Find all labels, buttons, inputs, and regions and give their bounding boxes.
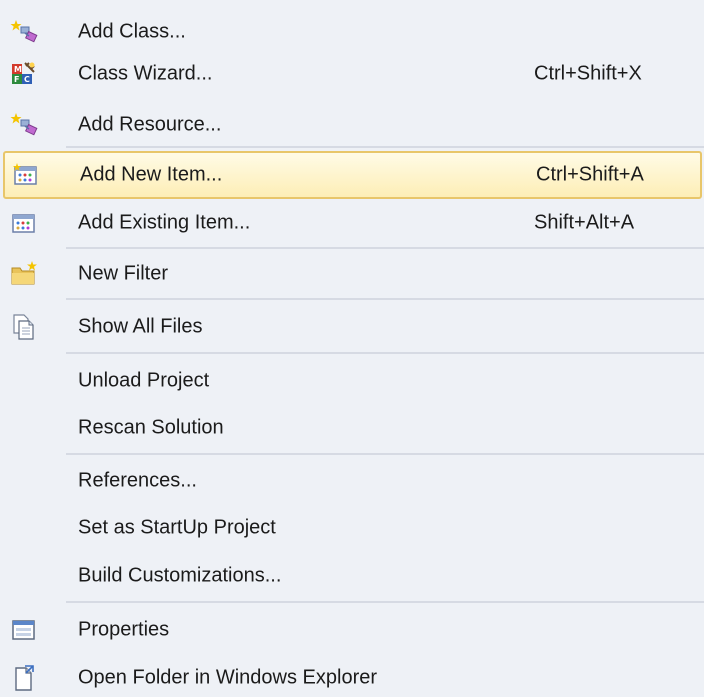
- menu-item-references[interactable]: References...: [0, 457, 704, 505]
- svg-text:C: C: [24, 75, 30, 84]
- menu-item-add-existing-item[interactable]: Add Existing Item... Shift+Alt+A: [0, 199, 704, 247]
- menu-separator: [66, 453, 704, 455]
- menu-item-unload-project[interactable]: Unload Project: [0, 357, 704, 405]
- svg-text:F: F: [14, 75, 19, 84]
- open-folder-icon: [10, 664, 38, 692]
- menu-item-open-folder-in-explorer[interactable]: Open Folder in Windows Explorer: [0, 654, 704, 697]
- menu-item-label: Add Class...: [78, 20, 186, 43]
- menu-item-shortcut: Shift+Alt+A: [534, 211, 635, 234]
- svg-text:M: M: [14, 65, 22, 74]
- menu-item-properties[interactable]: Properties: [0, 606, 704, 654]
- menu-item-build-customizations[interactable]: Build Customizations...: [0, 552, 704, 600]
- menu-separator: [66, 247, 704, 249]
- add-new-item-icon: [12, 161, 40, 189]
- menu-item-add-class[interactable]: Add Class...: [0, 8, 704, 56]
- menu-separator: [66, 298, 704, 300]
- menu-item-label: Show All Files: [78, 315, 203, 338]
- menu-item-label: Properties: [78, 618, 170, 641]
- menu-item-label: New Filter: [78, 262, 169, 285]
- menu-item-label: Open Folder in Windows Explorer: [78, 666, 378, 689]
- show-all-files-icon: [10, 313, 38, 341]
- menu-item-show-all-files[interactable]: Show All Files: [0, 303, 704, 351]
- properties-icon: [10, 616, 38, 644]
- menu-item-rescan-solution[interactable]: Rescan Solution: [0, 404, 704, 452]
- mfc-class-wizard-icon: M F C: [10, 60, 38, 88]
- menu-item-label: Rescan Solution: [78, 416, 224, 439]
- menu-item-label: Set as StartUp Project: [78, 516, 276, 539]
- context-menu: Add Class... M F C Class Wizard... Ctrl+…: [0, 0, 704, 697]
- menu-item-set-startup-project[interactable]: Set as StartUp Project: [0, 504, 704, 552]
- add-class-icon: [10, 18, 38, 46]
- menu-item-add-new-item[interactable]: Add New Item... Ctrl+Shift+A: [3, 151, 702, 199]
- menu-item-label: Build Customizations...: [78, 564, 282, 587]
- menu-item-add-resource[interactable]: Add Resource...: [0, 101, 704, 149]
- add-resource-icon: [10, 111, 38, 139]
- menu-separator: [66, 146, 704, 148]
- add-existing-item-icon: [10, 209, 38, 237]
- menu-item-label: References...: [78, 469, 197, 492]
- menu-separator: [66, 352, 704, 354]
- menu-item-label: Add New Item...: [80, 163, 223, 186]
- menu-item-label: Add Resource...: [78, 113, 222, 136]
- menu-separator: [66, 601, 704, 603]
- new-folder-icon: [10, 260, 38, 288]
- menu-item-label: Unload Project: [78, 369, 210, 392]
- menu-item-label: Class Wizard...: [78, 62, 213, 85]
- menu-item-shortcut: Ctrl+Shift+A: [536, 163, 644, 186]
- menu-item-new-filter[interactable]: New Filter: [0, 250, 704, 298]
- menu-item-class-wizard[interactable]: M F C Class Wizard... Ctrl+Shift+X: [0, 50, 704, 98]
- menu-item-label: Add Existing Item...: [78, 211, 251, 234]
- menu-item-shortcut: Ctrl+Shift+X: [534, 62, 642, 85]
